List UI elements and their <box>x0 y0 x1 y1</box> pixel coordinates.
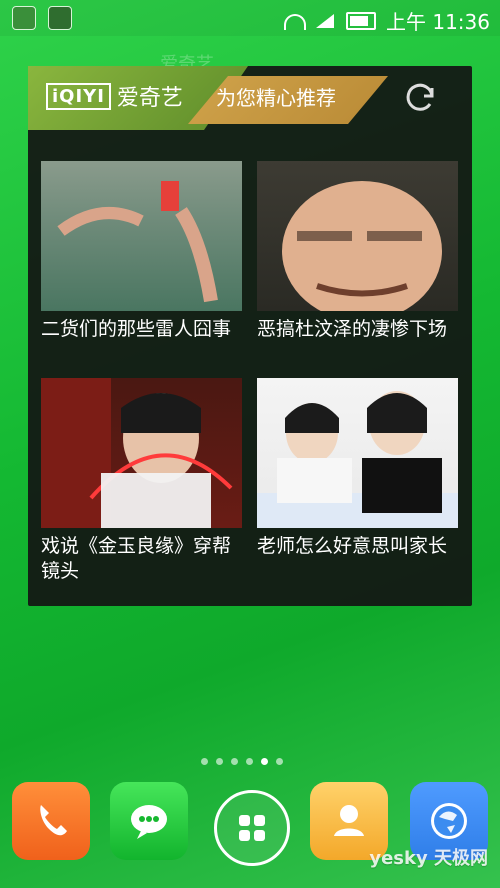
video-thumbnail-4[interactable] <box>257 378 458 528</box>
status-left <box>12 6 72 30</box>
status-right: 上午 11:36 <box>282 6 490 35</box>
dock <box>0 780 500 888</box>
battery-icon <box>346 11 376 30</box>
status-bar: 上午 11:36 <box>0 0 500 36</box>
video-card-4[interactable]: 老师怎么好意思叫家长 <box>257 378 458 559</box>
app-drawer-icon[interactable] <box>214 790 290 866</box>
video-card-3[interactable]: 戏说《金玉良缘》穿帮镜头 <box>41 378 242 584</box>
iqiyi-widget[interactable]: iQIYI 爱奇艺 为您精心推荐 二货们的那些雷人囧事 恶搞杜汶泽的凄惨下场 戏… <box>28 66 472 606</box>
video-thumbnail-3[interactable] <box>41 378 242 528</box>
page-dot[interactable] <box>246 758 253 765</box>
video-card-1[interactable]: 二货们的那些雷人囧事 <box>41 161 242 342</box>
status-time: 上午 11:36 <box>386 10 490 34</box>
refresh-icon[interactable] <box>400 78 440 118</box>
page-dot[interactable] <box>231 758 238 765</box>
notification-app-icon <box>12 6 36 30</box>
wifi-icon <box>282 12 306 30</box>
watermark: yesky 天极网 <box>369 848 488 869</box>
phone-icon[interactable] <box>12 782 90 860</box>
video-title-1: 二货们的那些雷人囧事 <box>41 318 232 340</box>
video-thumbnail-2[interactable] <box>257 161 458 311</box>
recommend-label: 为您精心推荐 <box>216 86 336 110</box>
page-dot[interactable] <box>201 758 208 765</box>
page-indicator <box>201 758 283 765</box>
message-icon[interactable] <box>110 782 188 860</box>
iqiyi-notification-icon <box>48 6 72 30</box>
iqiyi-logo: iQIYI <box>46 82 111 110</box>
page-dot-active[interactable] <box>261 758 268 765</box>
page-dot[interactable] <box>216 758 223 765</box>
video-title-2: 恶搞杜汶泽的凄惨下场 <box>257 318 448 340</box>
signal-icon <box>314 12 336 30</box>
brand[interactable]: iQIYI 爱奇艺 <box>46 80 183 112</box>
page-dot[interactable] <box>276 758 283 765</box>
video-card-2[interactable]: 恶搞杜汶泽的凄惨下场 <box>257 161 458 342</box>
brand-name: 爱奇艺 <box>116 86 183 111</box>
video-title-3: 戏说《金玉良缘》穿帮镜头 <box>41 535 232 582</box>
video-title-4: 老师怎么好意思叫家长 <box>257 535 448 557</box>
widget-header: iQIYI 爱奇艺 为您精心推荐 <box>28 66 472 130</box>
video-thumbnail-1[interactable] <box>41 161 242 311</box>
